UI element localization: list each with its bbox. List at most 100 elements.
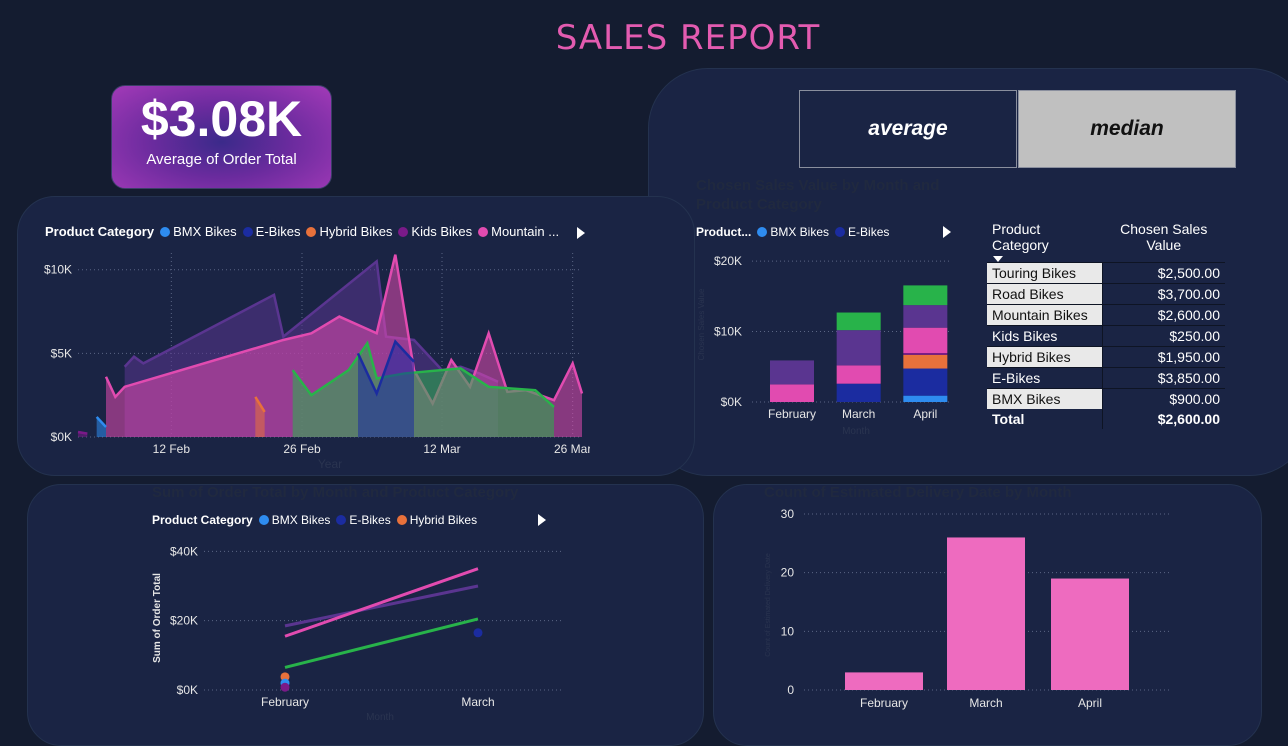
bar-segment-mountain-bikes — [836, 365, 881, 384]
point-e-bikes — [473, 628, 483, 638]
count-chart-title: Count of Estimated Delivery Date by Mont… — [764, 484, 1072, 501]
x-tick-label: 26 Mar — [554, 442, 590, 456]
table-cell-value: $900.00 — [1102, 388, 1225, 409]
bar-segment-road-bikes — [903, 305, 948, 328]
y-tick-label: $5K — [51, 346, 72, 360]
x-axis-title: Month — [842, 426, 870, 437]
average-button[interactable]: average — [799, 90, 1017, 168]
bar-segment-kids-bikes — [903, 353, 948, 355]
y-tick-label: 20 — [781, 566, 795, 580]
y-tick-label: $40K — [170, 544, 198, 558]
bar-segment-road-bikes — [770, 360, 814, 385]
point-kids-bikes — [280, 682, 290, 692]
x-tick-label: March — [842, 407, 875, 421]
chosen-chart-title: Chosen Sales Value by Month and Product … — [696, 177, 940, 213]
bar-march — [947, 537, 1025, 690]
table-row[interactable]: Hybrid Bikes $1,950.00 — [987, 346, 1225, 368]
y-tick-label: $0K — [177, 683, 198, 697]
table-cell-category: Road Bikes — [987, 283, 1103, 305]
x-tick-label: March — [461, 695, 494, 709]
y-tick-label: $20K — [714, 254, 742, 268]
line-legend-dot-hybrid — [396, 515, 407, 525]
bar-segment-touring-bikes — [836, 312, 881, 331]
bar-segment-mountain-bikes — [903, 327, 948, 354]
table-row[interactable]: E-Bikes $3,850.00 — [987, 367, 1225, 389]
y-axis-title: Chosen Sales Value — [697, 288, 706, 360]
table-cell-category: Kids Bikes — [987, 325, 1103, 347]
legend-item-ebikes[interactable]: E-Bikes — [256, 224, 301, 239]
table-total-value: $2,600.00 — [1102, 409, 1225, 429]
line-legend-item-bmx[interactable]: BMX Bikes — [272, 513, 331, 527]
x-tick-label: April — [1078, 696, 1102, 710]
table-total-label: Total — [992, 411, 1025, 427]
x-tick-label: April — [913, 407, 937, 421]
stack-legend-title: Product... — [696, 225, 752, 239]
bar-segment-e-bikes — [836, 383, 881, 402]
bar-segment-bmx-bikes — [903, 395, 948, 402]
table-cell-value: $2,600.00 — [1102, 304, 1225, 326]
median-button[interactable]: median — [1018, 90, 1236, 168]
table-header-category[interactable]: Product Category — [987, 219, 1103, 263]
bar-segment-e-bikes — [903, 368, 948, 396]
x-tick-label: February — [768, 407, 816, 421]
legend-item-hybrid[interactable]: Hybrid Bikes — [319, 224, 392, 239]
sum-chart-title: Sum of Order Total by Month and Product … — [152, 484, 519, 501]
line-legend: Product Category BMX Bikes E-Bikes Hybrid B… — [152, 513, 477, 527]
kpi-label: Average of Order Total — [146, 151, 297, 168]
table-cell-category: BMX Bikes — [987, 388, 1103, 409]
table-header-value[interactable]: Chosen Sales Value — [1103, 219, 1226, 263]
table-cell-value: $1,950.00 — [1102, 346, 1225, 368]
y-axis-title: Sum of Order Total — [152, 573, 163, 663]
table-cell-category: Hybrid Bikes — [987, 346, 1103, 368]
kpi-value: $3.08K — [140, 91, 303, 147]
legend-item-bmx[interactable]: BMX Bikes — [173, 224, 237, 239]
bar-april — [1051, 578, 1129, 690]
legend-dot-mountain — [478, 227, 489, 237]
table-cell-value: $250.00 — [1102, 325, 1225, 347]
line-legend-next-arrow-icon[interactable] — [538, 514, 546, 526]
y-tick-label: 0 — [787, 683, 794, 697]
stacked-bar-chart: $0K $10K $20K Chosen Sales Value February Mar… — [697, 254, 952, 437]
stack-legend-dot-bmx — [757, 227, 768, 237]
table-cell-category: Mountain Bikes — [987, 304, 1103, 326]
legend-item-mountain[interactable]: Mountain ... — [491, 224, 559, 239]
table-row[interactable]: Touring Bikes $2,500.00 — [987, 262, 1225, 284]
table-row[interactable]: BMX Bikes $900.00 — [987, 388, 1225, 409]
line-legend-item-hybrid[interactable]: Hybrid Bikes — [410, 513, 477, 527]
line-legend-item-ebikes[interactable]: E-Bikes — [349, 513, 390, 527]
line-legend-title: Product Category — [152, 513, 253, 527]
stack-legend-item-ebikes[interactable]: E-Bikes — [848, 225, 889, 239]
x-axis-title: Year — [318, 457, 342, 470]
legend-dot-ebikes — [242, 227, 253, 237]
legend-item-kids[interactable]: Kids Bikes — [411, 224, 472, 239]
table-row[interactable]: Kids Bikes $250.00 — [987, 325, 1225, 347]
bar-segment-road-bikes — [836, 330, 881, 366]
stack-legend-next-arrow-icon[interactable] — [943, 226, 951, 238]
x-tick-label: February — [261, 695, 309, 709]
y-tick-label: 10 — [781, 624, 795, 638]
table-row[interactable]: Mountain Bikes $2,600.00 — [987, 304, 1225, 326]
table-row[interactable]: Road Bikes $3,700.00 — [987, 283, 1225, 305]
sort-down-icon — [993, 256, 1003, 262]
kpi-card[interactable]: $3.08K Average of Order Total — [111, 85, 332, 189]
bar-segment-mountain-bikes — [770, 384, 814, 402]
legend-next-arrow-icon[interactable] — [577, 227, 585, 239]
legend-dot-hybrid — [306, 227, 317, 237]
table-cell-value: $2,500.00 — [1102, 262, 1225, 284]
y-tick-label: 30 — [781, 507, 795, 521]
y-tick-label: $10K — [714, 325, 742, 339]
stack-legend-dot-ebikes — [835, 227, 846, 237]
line-kids-bikes — [77, 430, 88, 435]
table-cell-value: $3,850.00 — [1102, 367, 1225, 389]
bar-february — [845, 672, 923, 690]
bar-segment-touring-bikes — [903, 285, 948, 306]
sum-order-chart: $0K $20K $40K Sum of Order Total February Mar… — [152, 544, 564, 721]
y-tick-label: $0K — [51, 430, 72, 444]
table-cell-value: $3,700.00 — [1102, 283, 1225, 305]
legend-dot-kids — [398, 227, 409, 237]
area-chart: $0K $5K $10K 12 Feb 26 Feb 12 Mar 26 Mar Year — [44, 253, 590, 470]
legend-dot-bmx — [160, 227, 171, 237]
stack-legend-item-bmx[interactable]: BMX Bikes — [770, 225, 829, 239]
stack-legend: Product... BMX Bikes E-Bikes — [696, 225, 889, 239]
sales-table: Product Category Chosen Sales Value Tour… — [987, 219, 1225, 429]
